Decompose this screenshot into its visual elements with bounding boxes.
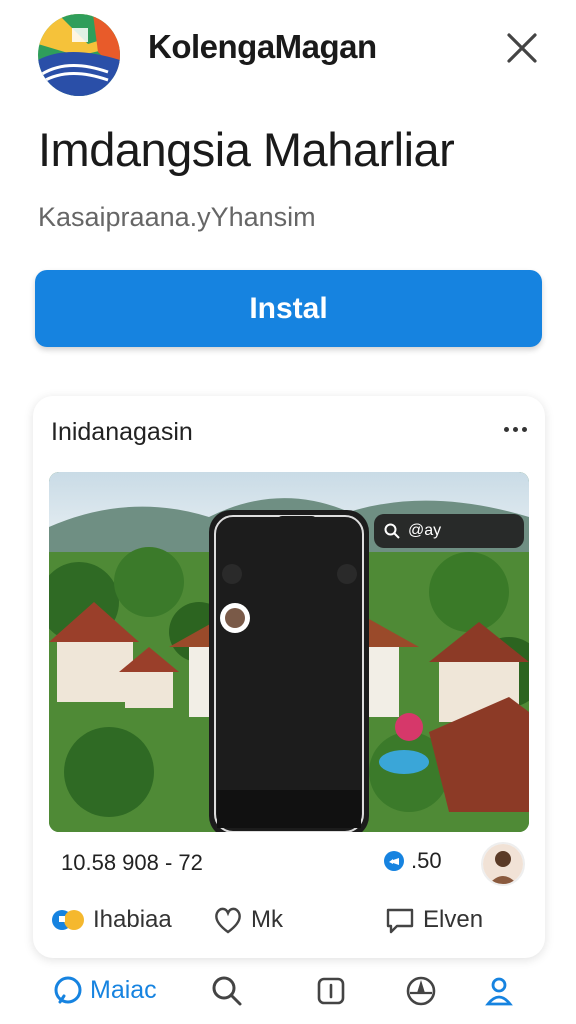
close-icon (507, 33, 537, 63)
stats-left: 10.58 908 - 72 (61, 850, 203, 875)
card-title: Inidanagasin (51, 418, 193, 446)
install-button[interactable]: Instal (35, 270, 542, 347)
square-icon (317, 977, 345, 1005)
tab-home-label: Maiac (90, 975, 157, 1004)
app-logo (38, 14, 120, 96)
stats-row: 10.58 908 - 72 .50 (33, 842, 545, 886)
compass-icon (406, 976, 436, 1006)
comment-label: Elven (423, 906, 484, 933)
avatar-image (483, 844, 523, 884)
more-button[interactable] (495, 414, 535, 444)
phone-search-overlay[interactable]: @ay (374, 514, 529, 548)
reaction-icon (52, 910, 84, 930)
tab-search[interactable] (210, 974, 244, 1008)
close-button[interactable] (500, 26, 544, 70)
search-icon (212, 976, 242, 1006)
like-button[interactable]: Mk (213, 906, 283, 934)
share-icon (384, 851, 404, 871)
page-subtitle: Kasaipraana.yYhansim (38, 202, 316, 232)
phone-search-text: @ay (408, 522, 442, 539)
tab-profile[interactable] (482, 974, 516, 1008)
reaction-label: Ihabiaa (93, 906, 172, 933)
stats-count-value: .50 (411, 848, 442, 873)
comment-icon (386, 908, 414, 934)
post-media[interactable]: @ay (49, 472, 529, 832)
tab-home[interactable]: Maiac (52, 974, 157, 1006)
app-logo-graphic (38, 14, 120, 96)
profile-icon (485, 977, 513, 1006)
app-name: KolengaMagan (148, 28, 377, 65)
post-card: Inidanagasin @ay 10.58 908 - 72 .50 Ihab… (33, 396, 545, 958)
tab-square[interactable] (314, 974, 348, 1008)
stats-count: .50 (383, 848, 442, 874)
reaction-button[interactable]: Ihabiaa (51, 906, 172, 934)
actions-row: Ihabiaa Mk Elven (33, 906, 545, 950)
like-label: Mk (251, 906, 283, 933)
more-horizontal-icon (503, 426, 509, 432)
top-bar: KolengaMagan (0, 0, 576, 100)
avatar[interactable] (481, 842, 525, 886)
home-icon (54, 976, 82, 1004)
heart-icon (215, 907, 241, 934)
tab-explore[interactable] (404, 974, 438, 1008)
comment-button[interactable]: Elven (385, 906, 483, 934)
bottom-tab-bar: Maiac (0, 966, 576, 1024)
page-title: Imdangsia Maharliar (38, 123, 455, 176)
search-icon (384, 523, 400, 539)
